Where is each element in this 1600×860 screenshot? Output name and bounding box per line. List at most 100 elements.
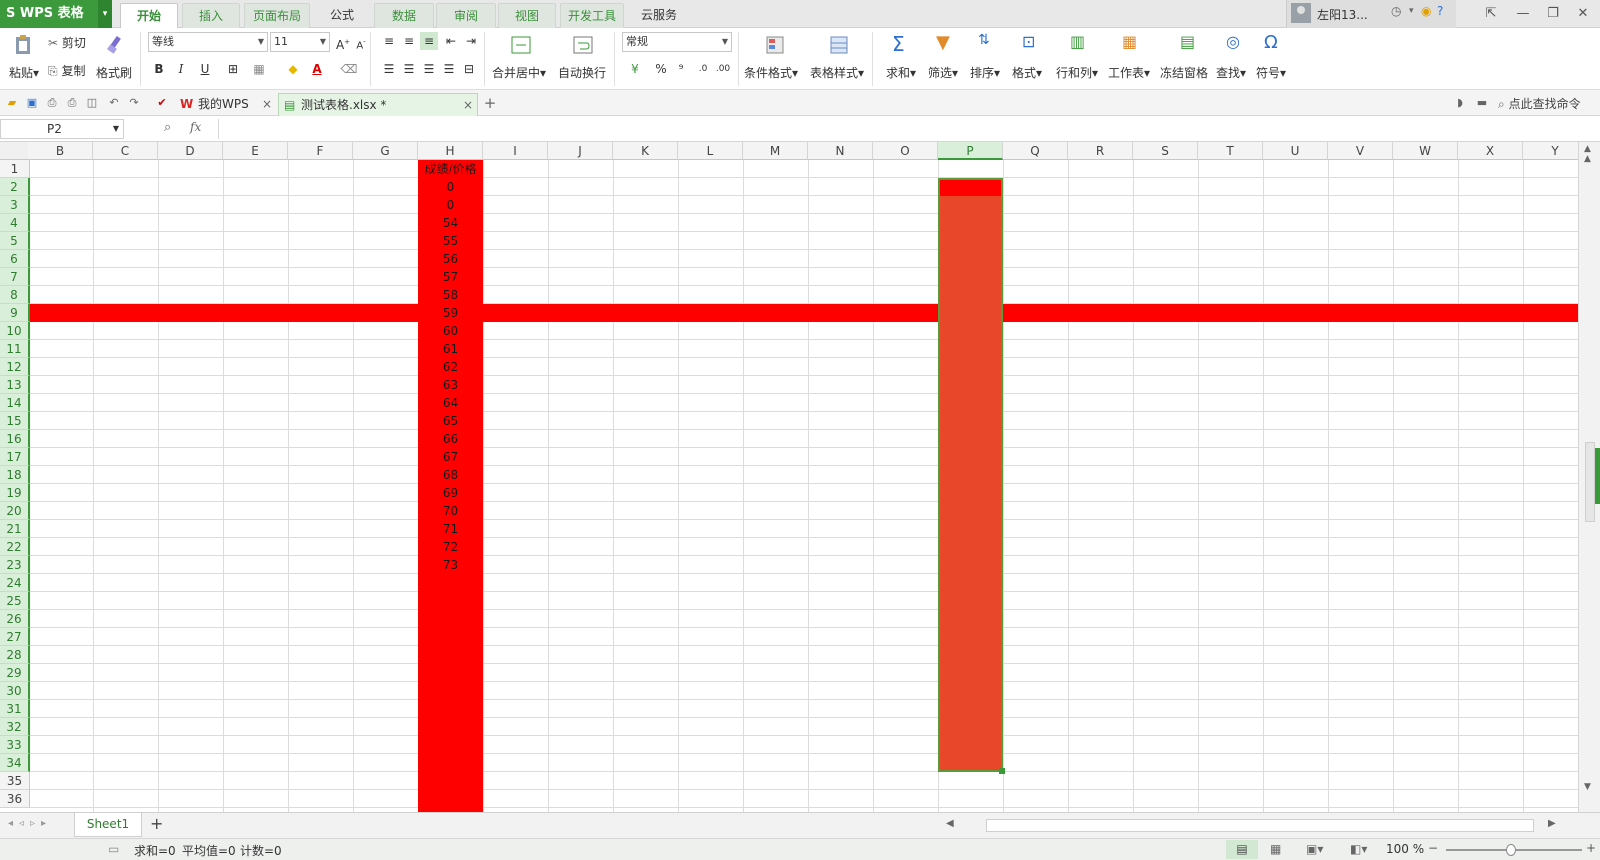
eye-protect-icon[interactable]: ◧▾ [1350, 842, 1367, 856]
align-right-icon[interactable]: ☰ [420, 60, 438, 78]
brush-icon[interactable] [104, 34, 126, 56]
scroll-up-icon[interactable]: ▲ [1584, 154, 1591, 164]
row-header[interactable]: 8 [0, 286, 30, 304]
column-header[interactable]: P [938, 142, 1003, 160]
row-header[interactable]: 22 [0, 538, 30, 556]
zoom-in-icon[interactable]: + [1586, 841, 1596, 855]
row-header[interactable]: 21 [0, 520, 30, 538]
tab-view[interactable]: 视图 [498, 3, 556, 28]
cell-h-value[interactable]: 70 [418, 502, 483, 520]
scroll-up-icon[interactable]: ▲ [1584, 144, 1591, 154]
preview-icon[interactable]: ◫ [84, 95, 100, 111]
column-header[interactable]: T [1198, 142, 1263, 160]
column-header[interactable]: I [483, 142, 548, 160]
paste-button[interactable]: 粘贴▾ [6, 64, 42, 81]
filter-button[interactable]: 筛选▾ [928, 64, 958, 81]
cell-h-value[interactable]: 57 [418, 268, 483, 286]
increase-font-icon[interactable]: A+ [334, 33, 352, 52]
zoom-icon[interactable]: ⌕ [164, 120, 171, 135]
column-header[interactable]: J [548, 142, 613, 160]
tab-insert[interactable]: 插入 [182, 3, 240, 28]
tab-document[interactable]: ▤ 测试表格.xlsx * × [278, 93, 478, 116]
font-name-select[interactable]: 等线 ▼ [148, 32, 268, 52]
redo-icon[interactable]: ↷ [126, 95, 142, 111]
font-size-select[interactable]: 11 ▼ [270, 32, 330, 52]
select-all-corner[interactable] [0, 142, 30, 160]
column-header[interactable]: F [288, 142, 353, 160]
horizontal-scroll-thumb[interactable] [986, 819, 1534, 832]
row-col-button[interactable]: 行和列▾ [1056, 64, 1098, 81]
sort-icon[interactable]: ⇅ [978, 32, 990, 48]
tab-formulas[interactable]: 公式 [312, 3, 372, 28]
cell-h-value[interactable]: 66 [418, 430, 483, 448]
row-header[interactable]: 26 [0, 610, 30, 628]
currency-icon[interactable]: ¥ [626, 60, 644, 78]
row-header[interactable]: 1 [0, 160, 30, 178]
reading-view-icon[interactable]: ▣▾ [1306, 842, 1323, 856]
new-tab-icon[interactable]: + [482, 95, 498, 111]
row-header[interactable]: 12 [0, 358, 30, 376]
decrease-font-icon[interactable]: A- [352, 33, 370, 51]
merge-center-icon[interactable] [510, 34, 532, 56]
worksheet-button[interactable]: 工作表▾ [1108, 64, 1150, 81]
symbol-icon[interactable]: Ω [1264, 32, 1278, 53]
cell-h-value[interactable]: 56 [418, 250, 483, 268]
format-button[interactable]: 格式▾ [1012, 64, 1042, 81]
column-header[interactable]: Y [1523, 142, 1578, 160]
italic-button[interactable]: I [172, 60, 190, 78]
row-header[interactable]: 15 [0, 412, 30, 430]
close-icon[interactable]: × [262, 93, 272, 115]
column-header[interactable]: Q [1003, 142, 1068, 160]
function-icon[interactable]: fx [190, 120, 201, 134]
bold-button[interactable]: B [150, 60, 168, 78]
user-dropdown-icon[interactable]: ▾ [1409, 6, 1414, 16]
column-header[interactable]: G [353, 142, 418, 160]
close-icon[interactable]: ✕ [1568, 0, 1598, 28]
sort-button[interactable]: 排序▾ [970, 64, 1000, 81]
zoom-out-icon[interactable]: − [1428, 841, 1438, 855]
row-header[interactable]: 32 [0, 718, 30, 736]
restore-icon[interactable]: ❐ [1538, 0, 1568, 28]
align-top-icon[interactable]: ≡ [380, 32, 398, 50]
tab-my-wps[interactable]: W 我的WPS × [176, 93, 276, 116]
clock-icon[interactable]: ◷ [1391, 4, 1401, 18]
row-col-icon[interactable]: ▥ [1070, 32, 1085, 51]
cell-h-value[interactable]: 71 [418, 520, 483, 538]
column-header[interactable]: C [93, 142, 158, 160]
row-header[interactable]: 9 [0, 304, 30, 322]
save-icon[interactable]: ▣ [24, 95, 40, 111]
row-header[interactable]: 36 [0, 790, 30, 808]
worksheet-icon[interactable]: ▦ [1122, 32, 1137, 51]
column-header[interactable]: U [1263, 142, 1328, 160]
cell-h-value[interactable]: 61 [418, 340, 483, 358]
sum-button[interactable]: 求和▾ [886, 64, 916, 81]
cell-h-value[interactable]: 58 [418, 286, 483, 304]
paste-icon[interactable] [12, 34, 34, 56]
format-icon[interactable]: ⊡ [1022, 32, 1035, 51]
cell-h-value[interactable]: 68 [418, 466, 483, 484]
row-header[interactable]: 27 [0, 628, 30, 646]
row-header[interactable]: 23 [0, 556, 30, 574]
column-header[interactable]: V [1328, 142, 1393, 160]
cell-h-value[interactable]: 55 [418, 232, 483, 250]
column-header[interactable]: L [678, 142, 743, 160]
conditional-format-button[interactable]: 条件格式▾ [744, 64, 798, 81]
column-header[interactable]: B [28, 142, 93, 160]
justify-icon[interactable]: ☰ [440, 60, 458, 78]
row-header[interactable]: 5 [0, 232, 30, 250]
table-style-icon[interactable] [828, 34, 850, 56]
align-center-icon[interactable]: ☰ [400, 60, 418, 78]
conditional-format-icon[interactable] [764, 34, 786, 56]
align-left-icon[interactable]: ☰ [380, 60, 398, 78]
tab-developer[interactable]: 开发工具 [560, 3, 624, 28]
align-bottom-icon[interactable]: ≡ [420, 32, 438, 50]
cell-area[interactable]: 成绩/价格 0 0 54 55 56 57 58 59 60 61 62 63 64 65 66 67 68 69 7… [30, 160, 1578, 812]
row-header[interactable]: 7 [0, 268, 30, 286]
undo-icon[interactable]: ↶ [106, 95, 122, 111]
wrap-text-button[interactable]: 自动换行 [558, 64, 606, 81]
wrap-text-icon[interactable] [572, 34, 594, 56]
row-header[interactable]: 20 [0, 502, 30, 520]
tab-data[interactable]: 数据 [374, 3, 434, 28]
cell-h-value[interactable]: 0 [418, 178, 483, 196]
cell-h-value[interactable]: 0 [418, 196, 483, 214]
